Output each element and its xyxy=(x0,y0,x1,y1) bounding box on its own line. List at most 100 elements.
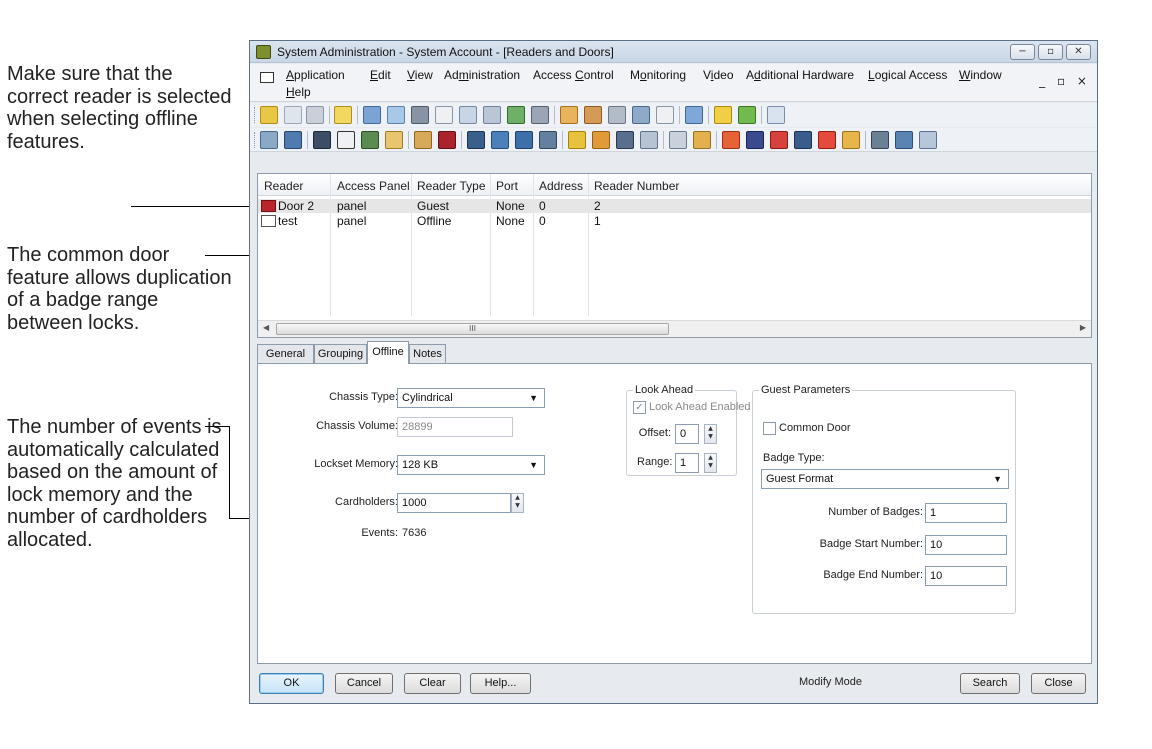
clear-button[interactable]: Clear xyxy=(404,673,461,694)
share-icon[interactable] xyxy=(767,106,785,124)
reader-icon[interactable] xyxy=(337,131,355,149)
relay-icon[interactable] xyxy=(693,131,711,149)
menu-additional-hardware[interactable]: Additional Hardware xyxy=(746,68,854,82)
chassis-type-dropdown[interactable]: Cylindrical ▼ xyxy=(397,388,545,408)
lockset-memory-dropdown[interactable]: 128 KB ▼ xyxy=(397,455,545,475)
panel-icon[interactable] xyxy=(313,131,331,149)
tools-icon[interactable] xyxy=(608,106,626,124)
plug-icon[interactable] xyxy=(738,106,756,124)
people-icon[interactable] xyxy=(592,131,610,149)
input-icon[interactable] xyxy=(438,131,456,149)
toolbar-grip[interactable] xyxy=(254,107,257,123)
key-icon[interactable] xyxy=(411,106,429,124)
transfer-icon[interactable] xyxy=(895,131,913,149)
range-field[interactable]: 1 xyxy=(675,453,699,473)
fire-icon[interactable] xyxy=(722,131,740,149)
alarm-panel-icon[interactable] xyxy=(361,131,379,149)
toolbar-grip[interactable] xyxy=(254,132,257,148)
menu-monitoring[interactable]: Monitoring xyxy=(630,68,686,82)
tab-notes[interactable]: Notes xyxy=(409,344,446,363)
column-header-access-panel[interactable]: Access Panel xyxy=(337,179,410,193)
target-icon[interactable] xyxy=(818,131,836,149)
badge-start-number-field[interactable]: 10 xyxy=(925,535,1007,555)
menu-video[interactable]: Video xyxy=(703,68,734,82)
menu-help[interactable]: Help xyxy=(286,85,311,99)
table-row[interactable]: test panel Offline None 0 1 xyxy=(258,214,1091,228)
fire-panel-icon[interactable] xyxy=(467,131,485,149)
report-icon[interactable] xyxy=(459,106,477,124)
document-list-icon[interactable] xyxy=(435,106,453,124)
door-icon[interactable] xyxy=(385,131,403,149)
badge-type-dropdown[interactable]: Guest Format ▼ xyxy=(761,469,1009,489)
warning-icon[interactable] xyxy=(568,131,586,149)
badge-end-number-field[interactable]: 10 xyxy=(925,566,1007,586)
group-icon[interactable] xyxy=(616,131,634,149)
menu-access-control[interactable]: Access Control xyxy=(533,68,614,82)
offset-field[interactable]: 0 xyxy=(675,424,699,444)
help-button[interactable]: Help... xyxy=(470,673,531,694)
common-door-checkbox[interactable] xyxy=(763,422,776,435)
close-button[interactable]: Close xyxy=(1031,673,1086,694)
scroll-left-icon[interactable]: ◀ xyxy=(263,323,269,332)
number-of-badges-field[interactable]: 1 xyxy=(925,503,1007,523)
output-icon[interactable] xyxy=(669,131,687,149)
menu-logical-access[interactable]: Logical Access xyxy=(868,68,947,82)
column-header-reader-type[interactable]: Reader Type xyxy=(417,179,486,193)
column-header-reader-number[interactable]: Reader Number xyxy=(594,179,679,193)
menu-view[interactable]: View xyxy=(407,68,433,82)
offset-stepper[interactable]: ▲ ▼ xyxy=(704,424,717,444)
clock-icon[interactable] xyxy=(714,106,732,124)
gear-icon[interactable] xyxy=(560,106,578,124)
title-bar[interactable]: System Administration - System Account -… xyxy=(250,41,1097,63)
intercom-icon[interactable] xyxy=(414,131,432,149)
help-icon[interactable] xyxy=(334,106,352,124)
cancel-button[interactable]: Cancel xyxy=(335,673,393,694)
printer-icon[interactable] xyxy=(531,106,549,124)
mdi-window-controls[interactable]: _ ▫ × xyxy=(1039,74,1091,88)
windows-icon[interactable] xyxy=(483,106,501,124)
modem-icon[interactable] xyxy=(539,131,557,149)
range-stepper[interactable]: ▲ ▼ xyxy=(704,453,717,473)
tab-grouping[interactable]: Grouping xyxy=(314,344,367,363)
elevator-icon[interactable] xyxy=(491,131,509,149)
ok-button[interactable]: OK xyxy=(259,673,324,694)
scrollbar-thumb[interactable]: III xyxy=(276,323,669,335)
menu-edit[interactable]: Edit xyxy=(370,68,391,82)
menu-window[interactable]: Window xyxy=(959,68,1002,82)
search-button[interactable]: Search xyxy=(960,673,1020,694)
badge-icon[interactable] xyxy=(387,106,405,124)
menu-administration[interactable]: Administration xyxy=(444,68,520,82)
users-icon[interactable] xyxy=(507,106,525,124)
network-icon[interactable] xyxy=(685,106,703,124)
print-icon[interactable] xyxy=(306,106,324,124)
card-icon[interactable] xyxy=(656,106,674,124)
camera-icon[interactable] xyxy=(746,131,764,149)
cardholders-stepper[interactable]: ▲ ▼ xyxy=(511,493,524,513)
dialup-icon[interactable] xyxy=(515,131,533,149)
tree-icon[interactable] xyxy=(260,131,278,149)
settings-icon[interactable] xyxy=(584,106,602,124)
hardware-icon[interactable] xyxy=(284,131,302,149)
table-row[interactable]: Door 2 panel Guest None 0 2 xyxy=(258,199,1091,213)
cardholders-icon[interactable] xyxy=(363,106,381,124)
minimize-button[interactable]: − xyxy=(1010,44,1035,60)
connection-icon[interactable] xyxy=(871,131,889,149)
medical-icon[interactable] xyxy=(770,131,788,149)
scroll-right-icon[interactable]: ▶ xyxy=(1080,323,1086,332)
logo-icon[interactable] xyxy=(260,106,278,124)
menu-application[interactable]: Application xyxy=(286,68,345,82)
list-icon[interactable] xyxy=(632,106,650,124)
column-header-reader[interactable]: Reader xyxy=(264,179,303,193)
column-header-port[interactable]: Port xyxy=(496,179,518,193)
route-icon[interactable] xyxy=(919,131,937,149)
close-window-button[interactable]: ✕ xyxy=(1066,44,1091,60)
tab-general[interactable]: General xyxy=(257,344,314,363)
cardholders-field[interactable]: 1000 xyxy=(397,493,511,513)
column-header-address[interactable]: Address xyxy=(539,179,583,193)
maximize-button[interactable]: ▫ xyxy=(1038,44,1063,60)
tab-offline[interactable]: Offline xyxy=(367,341,409,364)
display-icon[interactable] xyxy=(794,131,812,149)
map-icon[interactable] xyxy=(640,131,658,149)
folder-icon[interactable] xyxy=(842,131,860,149)
print-preview-icon[interactable] xyxy=(284,106,302,124)
